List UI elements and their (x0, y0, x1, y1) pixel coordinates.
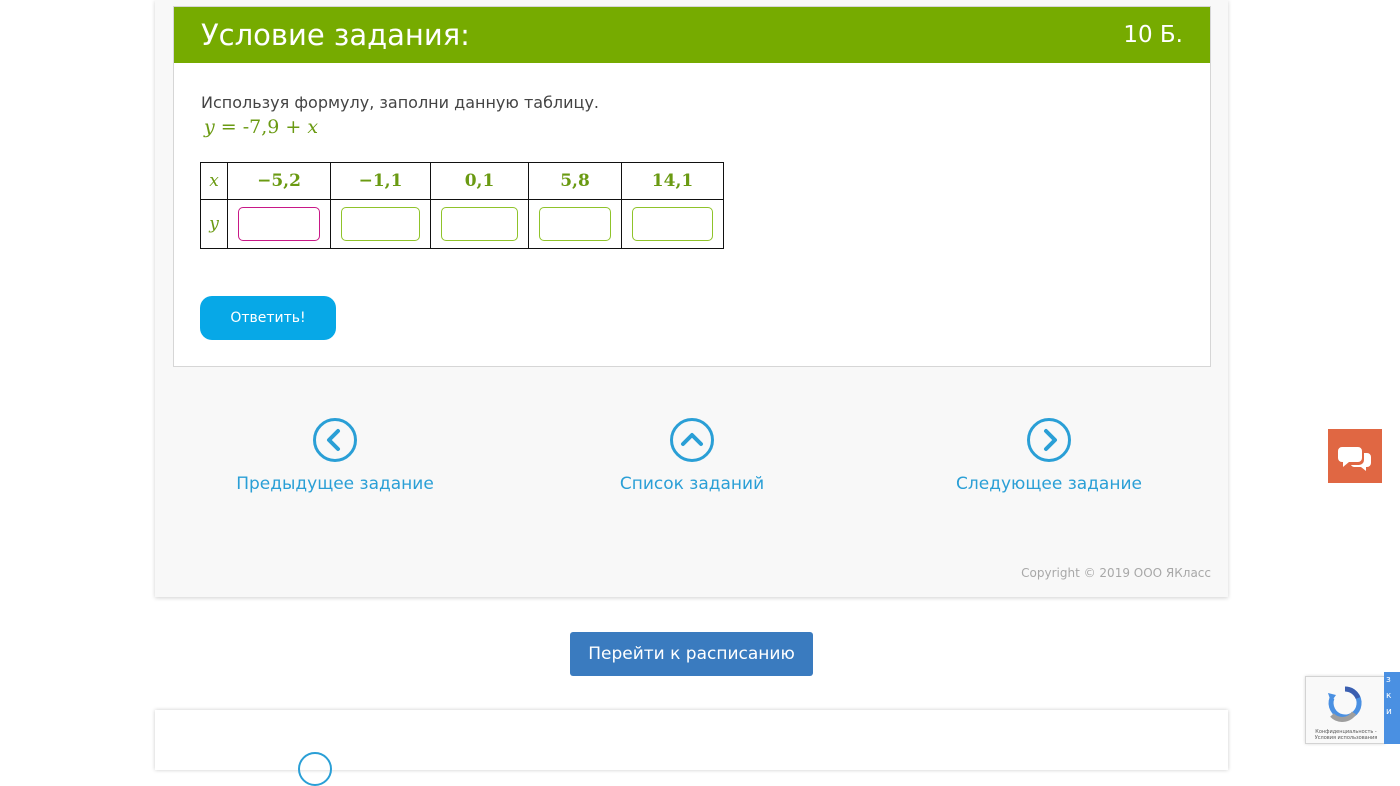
formula-num: -7,9 (242, 116, 280, 138)
row-x-label: x (200, 162, 228, 200)
formula: y = -7,9 + x (204, 116, 318, 138)
prev-task-label: Предыдущее задание (236, 474, 434, 494)
y-input-cell (621, 199, 724, 249)
y-input-4[interactable] (539, 207, 611, 241)
recaptcha-badge[interactable]: Конфиденциальность - Условия использован… (1305, 676, 1385, 744)
chevron-right-circle-icon (1027, 418, 1071, 462)
task-title: Условие задания: (201, 18, 470, 52)
partial-circle-icon (298, 752, 332, 786)
y-input-3[interactable] (441, 207, 518, 241)
task-list-link[interactable]: Список заданий (562, 418, 822, 494)
y-input-2[interactable] (341, 207, 420, 241)
values-table: x −5,2 −1,1 0,1 5,8 14,1 y (200, 162, 724, 249)
recaptcha-terms[interactable]: Конфиденциальность - Условия использован… (1308, 729, 1384, 741)
y-input-1[interactable] (238, 207, 320, 241)
x-value-cell: 14,1 (621, 162, 724, 200)
formula-rhs: x (307, 116, 319, 138)
formula-eq: = (214, 116, 243, 138)
prev-task-link[interactable]: Предыдущее задание (205, 418, 465, 494)
formula-lhs: y (204, 116, 215, 138)
row-y-label: y (200, 199, 228, 249)
submit-answer-button[interactable]: Ответить! (200, 296, 336, 340)
task-list-label: Список заданий (619, 474, 765, 494)
task-box: Условие задания: 10 Б. Используя формулу… (173, 6, 1211, 367)
y-input-cell (227, 199, 331, 249)
chat-button[interactable] (1328, 429, 1382, 483)
recaptcha-side-letter: з (1386, 675, 1391, 685)
chat-bubbles-icon (1338, 447, 1371, 471)
chevron-up-circle-icon (670, 418, 714, 462)
recaptcha-side-letter: и (1386, 707, 1392, 717)
y-input-5[interactable] (632, 207, 713, 241)
chevron-left-circle-icon (313, 418, 357, 462)
x-value-cell: 5,8 (528, 162, 622, 200)
x-value-cell: 0,1 (430, 162, 529, 200)
table-row-y: y (200, 199, 724, 249)
copyright: Copyright © 2019 ООО ЯКласс (1021, 566, 1211, 580)
table-row-x: x −5,2 −1,1 0,1 5,8 14,1 (200, 162, 724, 200)
next-task-label: Следующее задание (956, 474, 1142, 494)
next-task-link[interactable]: Следующее задание (919, 418, 1179, 494)
recaptcha-logo-icon (1328, 686, 1362, 722)
x-value-cell: −5,2 (227, 162, 331, 200)
task-instruction: Используя формулу, заполни данную таблиц… (201, 93, 599, 112)
y-input-cell (528, 199, 622, 249)
y-input-cell (430, 199, 529, 249)
task-points: 10 Б. (1123, 22, 1183, 48)
task-header: Условие задания: 10 Б. (174, 7, 1210, 63)
formula-plus: + (279, 116, 308, 138)
x-value-cell: −1,1 (330, 162, 431, 200)
go-to-schedule-button[interactable]: Перейти к расписанию (570, 632, 813, 676)
y-input-cell (330, 199, 431, 249)
recaptcha-side-panel: з к и (1384, 672, 1400, 744)
recaptcha-side-letter: к (1386, 691, 1392, 701)
